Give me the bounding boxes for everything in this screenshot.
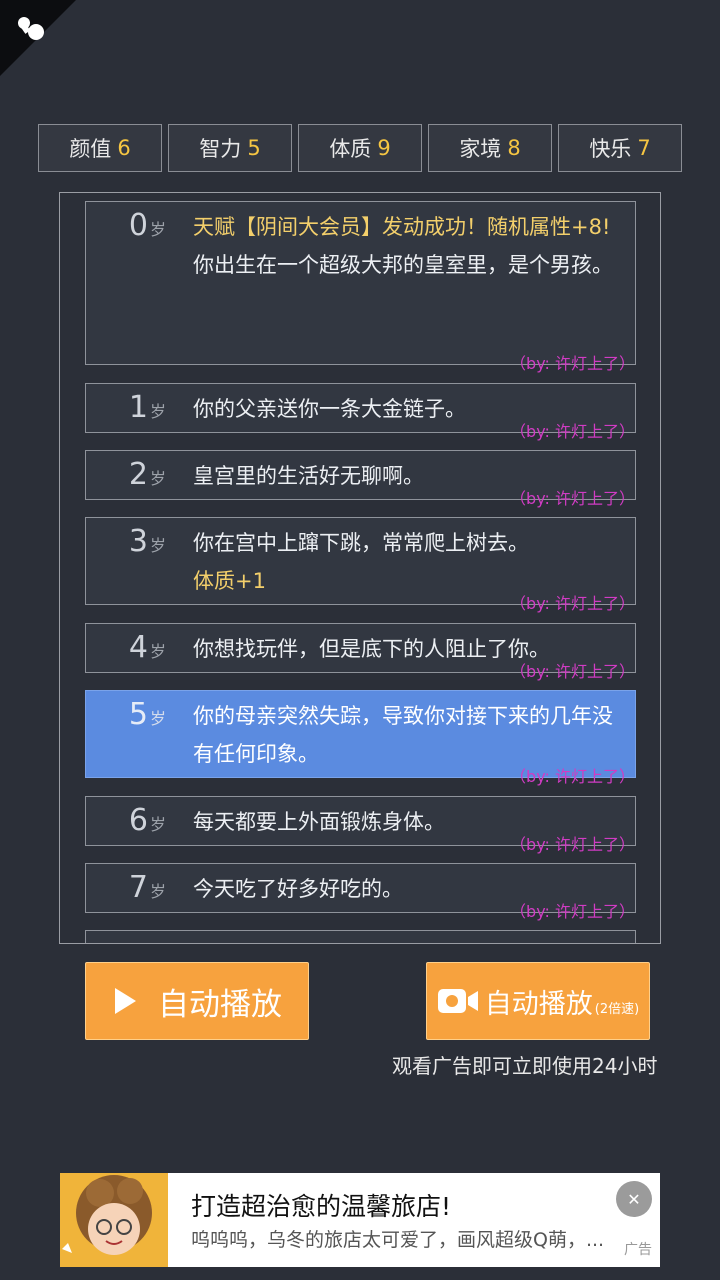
auto-play-fast-label: 自动播放 (2倍速) xyxy=(485,982,639,1021)
ad-subtitle: 呜呜呜，乌冬的旅店太可爱了，画风超级Q萌，... xyxy=(191,1229,605,1251)
event-text: 你在宫中上蹿下跳，常常爬上树去。 xyxy=(193,531,529,555)
entry-text: 你在宫中上蹿下跳，常常爬上树去。 体质+1 xyxy=(193,524,623,600)
age-unit: 岁 xyxy=(149,815,166,834)
log-entry: 1岁 你的父亲送你一条大金链子。 （by: 许灯上了） xyxy=(85,383,636,441)
event-text: 你出生在一个超级大邦的皇室里，是个男孩。 xyxy=(193,253,613,277)
stat-label: 颜值 xyxy=(69,137,112,161)
auto-play-button[interactable]: 自动播放 xyxy=(85,962,309,1040)
age-number: 0 xyxy=(128,208,148,243)
stat-value: 7 xyxy=(637,136,651,160)
age-unit: 岁 xyxy=(149,882,166,901)
ad-tag: 广告 xyxy=(624,1242,652,1258)
age-label: 1岁 xyxy=(86,390,166,425)
log-entry-highlighted: 5岁 你的母亲突然失踪，导致你对接下来的几年没有任何印象。 （by: 许灯上了） xyxy=(85,690,636,786)
author-tag: （by: 许灯上了） xyxy=(510,594,635,613)
log-entry: 4岁 你想找玩伴，但是底下的人阻止了你。 （by: 许灯上了） xyxy=(85,623,636,681)
log-entry: 0岁 天赋【阴间大会员】发动成功！随机属性+8! 你出生在一个超级大邦的皇室里，… xyxy=(85,201,636,373)
stat-family: 家境 8 xyxy=(428,124,552,172)
play-icon xyxy=(115,988,136,1014)
age-number: 7 xyxy=(128,870,148,905)
age-label: 6岁 xyxy=(86,803,166,838)
age-label: 5岁 xyxy=(86,697,166,732)
stat-value: 8 xyxy=(507,136,521,160)
log-entry: 2岁 皇宫里的生活好无聊啊。 （by: 许灯上了） xyxy=(85,450,636,508)
log-entry-partial xyxy=(85,930,636,943)
ad-note: 观看广告即可立即使用24小时 xyxy=(392,1054,658,1078)
age-label: 3岁 xyxy=(86,524,166,559)
age-label: 2岁 xyxy=(86,457,166,492)
speed-suffix: (2倍速) xyxy=(594,1001,640,1017)
entry-text: 天赋【阴间大会员】发动成功！随机属性+8! 你出生在一个超级大邦的皇室里，是个男… xyxy=(193,208,623,284)
author-tag: （by: 许灯上了） xyxy=(510,835,635,854)
age-label: 4岁 xyxy=(86,630,166,665)
age-label: 7岁 xyxy=(86,870,166,905)
auto-play-fast-text: 自动播放 xyxy=(484,988,593,1020)
stat-label: 家境 xyxy=(459,137,502,161)
age-unit: 岁 xyxy=(149,469,166,488)
age-unit: 岁 xyxy=(149,709,166,728)
ad-banner[interactable]: 打造超治愈的温馨旅店! 呜呜呜，乌冬的旅店太可爱了，画风超级Q萌，... ✕ 广… xyxy=(60,1173,660,1267)
close-icon[interactable]: ✕ xyxy=(616,1181,652,1217)
video-icon xyxy=(437,989,478,1013)
stat-label: 快乐 xyxy=(589,137,632,161)
log-entry: 3岁 你在宫中上蹿下跳，常常爬上树去。 体质+1 （by: 许灯上了） xyxy=(85,517,636,613)
age-number: 3 xyxy=(128,524,148,559)
author-tag: （by: 许灯上了） xyxy=(510,767,635,786)
ad-title: 打造超治愈的温馨旅店! xyxy=(191,1192,452,1221)
age-number: 1 xyxy=(128,390,148,425)
stat-constitution: 体质 9 xyxy=(298,124,422,172)
stat-value: 9 xyxy=(377,136,391,160)
author-tag: （by: 许灯上了） xyxy=(510,489,635,508)
auto-play-label: 自动播放 xyxy=(158,986,282,1023)
ad-character-image xyxy=(60,1173,168,1267)
age-unit: 岁 xyxy=(149,642,166,661)
age-number: 5 xyxy=(128,697,148,732)
age-label: 0岁 xyxy=(86,208,166,243)
age-unit: 岁 xyxy=(149,402,166,421)
stat-happiness: 快乐 7 xyxy=(558,124,682,172)
age-unit: 岁 xyxy=(149,536,166,555)
age-number: 4 xyxy=(128,630,148,665)
stat-intelligence: 智力 5 xyxy=(168,124,292,172)
age-number: 2 xyxy=(128,457,148,492)
author-tag: （by: 许灯上了） xyxy=(510,354,635,373)
talent-text: 天赋【阴间大会员】发动成功！随机属性+8! xyxy=(193,215,611,239)
stat-appearance: 颜值 6 xyxy=(38,124,162,172)
stat-label: 体质 xyxy=(329,137,372,161)
log-entry: 6岁 每天都要上外面锻炼身体。 （by: 许灯上了） xyxy=(85,796,636,854)
author-tag: （by: 许灯上了） xyxy=(510,902,635,921)
age-number: 6 xyxy=(128,803,148,838)
life-log[interactable]: 0岁 天赋【阴间大会员】发动成功！随机属性+8! 你出生在一个超级大邦的皇室里，… xyxy=(59,192,661,944)
log-entry: 7岁 今天吃了好多好吃的。 （by: 许灯上了） xyxy=(85,863,636,921)
attribute-bar: 颜值 6 智力 5 体质 9 家境 8 快乐 7 xyxy=(38,124,682,174)
auto-play-fast-button[interactable]: 自动播放 (2倍速) xyxy=(426,962,650,1040)
menu-figure-icon[interactable] xyxy=(14,14,50,44)
stat-value: 6 xyxy=(117,136,131,160)
event-text: 你的母亲突然失踪，导致你对接下来的几年没有任何印象。 xyxy=(193,704,613,766)
stat-label: 智力 xyxy=(199,137,242,161)
author-tag: （by: 许灯上了） xyxy=(510,662,635,681)
author-tag: （by: 许灯上了） xyxy=(510,422,635,441)
stat-value: 5 xyxy=(247,136,261,160)
age-unit: 岁 xyxy=(149,220,166,239)
